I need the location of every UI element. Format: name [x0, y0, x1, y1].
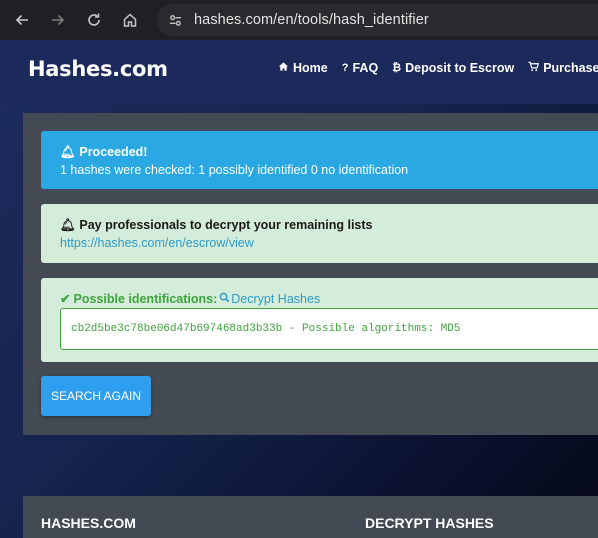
escrow-link[interactable]: https://hashes.com/en/escrow/view: [60, 236, 254, 250]
decrypt-hashes-link[interactable]: Decrypt Hashes: [231, 292, 320, 306]
nav-label: Home: [293, 61, 328, 75]
nav-label: FAQ: [352, 61, 379, 75]
reload-icon[interactable]: [83, 9, 105, 31]
question-icon: ?: [341, 62, 349, 74]
footer-heading-decrypt: DECRYPT HASHES: [365, 515, 494, 531]
main-nav: Home ? FAQ ₿ Deposit to Escrow Purchase …: [278, 61, 598, 75]
bell-icon: 🔔︎: [60, 145, 76, 159]
result-header: ✔ Possible identifications: Decrypt Hash…: [60, 291, 320, 307]
alert-title: 🔔︎ Proceeded!: [60, 145, 147, 160]
address-bar[interactable]: hashes.com/en/tools/hash_identifier: [157, 4, 598, 36]
search-again-button[interactable]: SEARCH AGAIN: [41, 376, 151, 416]
home-page-icon[interactable]: [119, 9, 141, 31]
bell-icon: 🔔︎: [60, 218, 76, 232]
footer-heading-hashes: HASHES.COM: [41, 515, 136, 531]
main-panel: 🔔︎ Proceeded! 1 hashes were checked: 1 p…: [23, 113, 598, 435]
forward-icon[interactable]: [47, 9, 69, 31]
url-text[interactable]: hashes.com/en/tools/hash_identifier: [194, 12, 429, 28]
search-icon: [219, 292, 230, 306]
nav-label: Deposit to Escrow: [405, 61, 515, 75]
nav-label: Purchase Cre: [543, 61, 598, 75]
result-output[interactable]: cb2d5be3c78be06d47b697468ad3b33b - Possi…: [60, 308, 598, 350]
nav-item-home[interactable]: Home: [278, 61, 328, 75]
bitcoin-icon: ₿: [392, 62, 402, 74]
site-logo[interactable]: Hashes.com: [28, 57, 168, 81]
nav-item-deposit[interactable]: ₿ Deposit to Escrow: [392, 61, 514, 75]
alert-title-text: Pay professionals to decrypt your remain…: [79, 218, 373, 232]
footer: HASHES.COM DECRYPT HASHES: [23, 496, 598, 538]
nav-item-purchase[interactable]: Purchase Cre: [528, 61, 598, 75]
alert-title-text: Proceeded!: [79, 145, 148, 159]
site-header: Hashes.com Home ? FAQ ₿ Deposit to Escro…: [0, 40, 598, 104]
alert-title: 🔔︎ Pay professionals to decrypt your rem…: [60, 218, 373, 233]
result-label: Possible identifications:: [73, 291, 218, 306]
cart-icon: [528, 61, 540, 75]
back-icon[interactable]: [11, 9, 33, 31]
alert-text: 1 hashes were checked: 1 possibly identi…: [60, 163, 409, 177]
identification-result: ✔ Possible identifications: Decrypt Hash…: [41, 278, 598, 362]
browser-toolbar: hashes.com/en/tools/hash_identifier: [0, 0, 598, 40]
nav-item-faq[interactable]: ? FAQ: [342, 61, 378, 75]
check-icon: ✔: [60, 292, 71, 306]
home-icon: [278, 61, 289, 75]
site-settings-icon[interactable]: [163, 8, 187, 32]
escrow-alert: 🔔︎ Pay professionals to decrypt your rem…: [41, 204, 598, 263]
proceeded-alert: 🔔︎ Proceeded! 1 hashes were checked: 1 p…: [41, 131, 598, 189]
